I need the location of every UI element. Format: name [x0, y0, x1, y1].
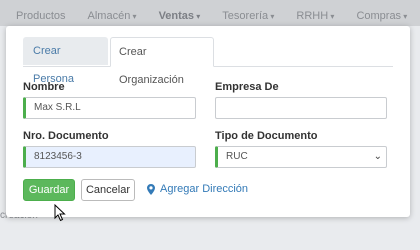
tab-crear-persona[interactable]: Crear Persona	[23, 37, 108, 85]
nombre-label: Nombre	[23, 81, 65, 93]
chevron-down-icon: ⌄	[373, 151, 382, 162]
tipo-documento-value: RUC	[226, 151, 248, 162]
nav-item-ventas[interactable]: Ventas	[159, 10, 201, 22]
empresa-de-label: Empresa De	[215, 81, 279, 93]
add-address-label: Agregar Dirección	[160, 183, 249, 195]
tab-crear-organizacion[interactable]: Crear Organización	[110, 37, 214, 86]
nro-documento-input[interactable]: 8123456-3	[23, 146, 196, 168]
nav-item-compras[interactable]: Compras	[356, 10, 407, 22]
nro-documento-value: 8123456-3	[34, 151, 82, 162]
map-marker-icon	[147, 183, 155, 195]
nav-item-almacen[interactable]: Almacén	[88, 10, 137, 22]
save-button[interactable]: Guardar	[23, 179, 75, 201]
nav-item-tesoreria[interactable]: Tesorería	[222, 10, 274, 22]
nav-item-rrhh[interactable]: RRHH	[296, 10, 334, 22]
mouse-cursor-icon	[54, 204, 66, 222]
nombre-input[interactable]: Max S.R.L	[23, 97, 196, 119]
tipo-documento-label: Tipo de Documento	[215, 130, 318, 142]
create-organization-modal: Crear Persona Crear Organización Nombre …	[6, 26, 410, 217]
nav-item-productos[interactable]: Productos	[16, 10, 66, 22]
tipo-documento-select[interactable]: RUC ⌄	[215, 146, 387, 168]
nombre-value: Max S.R.L	[34, 102, 81, 113]
add-address-link[interactable]: Agregar Dirección	[147, 183, 248, 195]
empresa-de-input[interactable]	[215, 97, 387, 119]
cancel-button[interactable]: Cancelar	[81, 179, 135, 201]
nro-documento-label: Nro. Documento	[23, 130, 109, 142]
top-navigation: Productos Almacén Ventas Tesorería RRHH …	[0, 0, 420, 26]
modal-tabs: Crear Persona Crear Organización	[23, 37, 393, 86]
